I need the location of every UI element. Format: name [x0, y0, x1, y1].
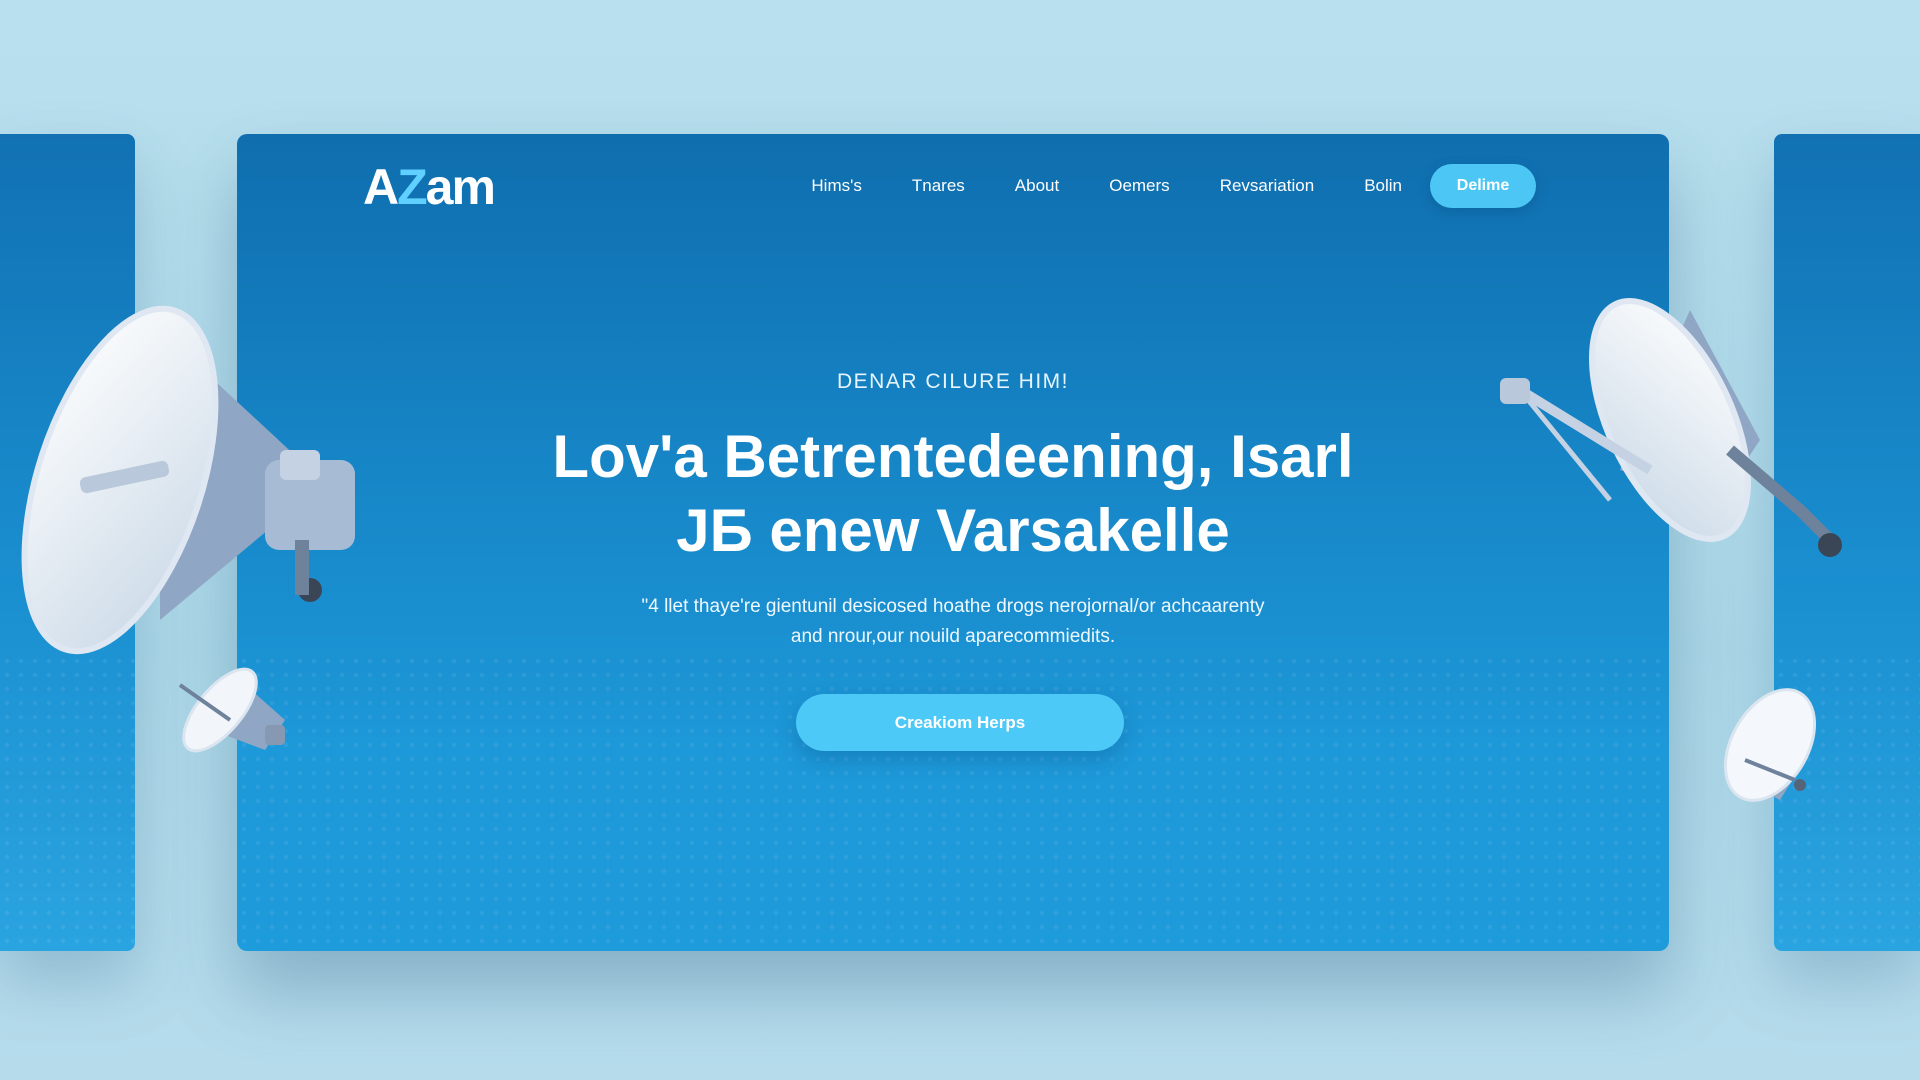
nav-item-bolin[interactable]: Bolin [1364, 176, 1402, 196]
nav-item-about[interactable]: About [1015, 176, 1059, 196]
hero-eyebrow: DENAR CILURE HIM! [836, 370, 1070, 393]
top-navigation: Hims's Tnares About Oemers Revsariation … [811, 164, 1536, 208]
nav-item-revsariation[interactable]: Revsariation [1220, 176, 1315, 196]
logo-letter-z: Z [397, 159, 428, 215]
logo-letter-a: A [363, 159, 399, 215]
nav-item-hims[interactable]: Hims's [811, 176, 861, 196]
hero-headline: Lov'a Betrentedeening, Isarl JБ enew Var… [237, 420, 1669, 568]
hero-cta-button[interactable]: Creakiom Herps [796, 694, 1124, 751]
dot-pattern [0, 654, 135, 951]
hero-subtitle-line-1: "4 llet thaye're gientunil desicosed hoa… [641, 596, 1265, 617]
brand-logo[interactable]: AZam [363, 158, 496, 216]
hero-slide: AZam Hims's Tnares About Oemers Revsaria… [237, 134, 1669, 951]
hero-headline-line-2: JБ enew Varsakelle [676, 497, 1230, 564]
hero-subtitle: "4 llet thaye're gientunil desicosed hoa… [237, 592, 1669, 652]
logo-letters-rest: am [425, 159, 496, 215]
satellite-dish-icon [21, 305, 355, 655]
hero-subtitle-line-2: and nrour,our nouild aparecommiedits. [790, 626, 1116, 647]
nav-item-oemers[interactable]: Oemers [1109, 176, 1169, 196]
nav-item-tnares[interactable]: Tnares [912, 176, 965, 196]
satellite-dish-icon [1500, 298, 1842, 557]
satellite-dish-icon [178, 667, 285, 753]
satellite-dish-icon [1723, 688, 1817, 802]
nav-cta-button[interactable]: Delime [1430, 164, 1536, 208]
hero-content: DENAR CILURE HIM! Lov'a Betrentedeening,… [237, 370, 1669, 652]
hero-headline-line-1: Lov'a Betrentedeening, Isarl [552, 423, 1354, 490]
